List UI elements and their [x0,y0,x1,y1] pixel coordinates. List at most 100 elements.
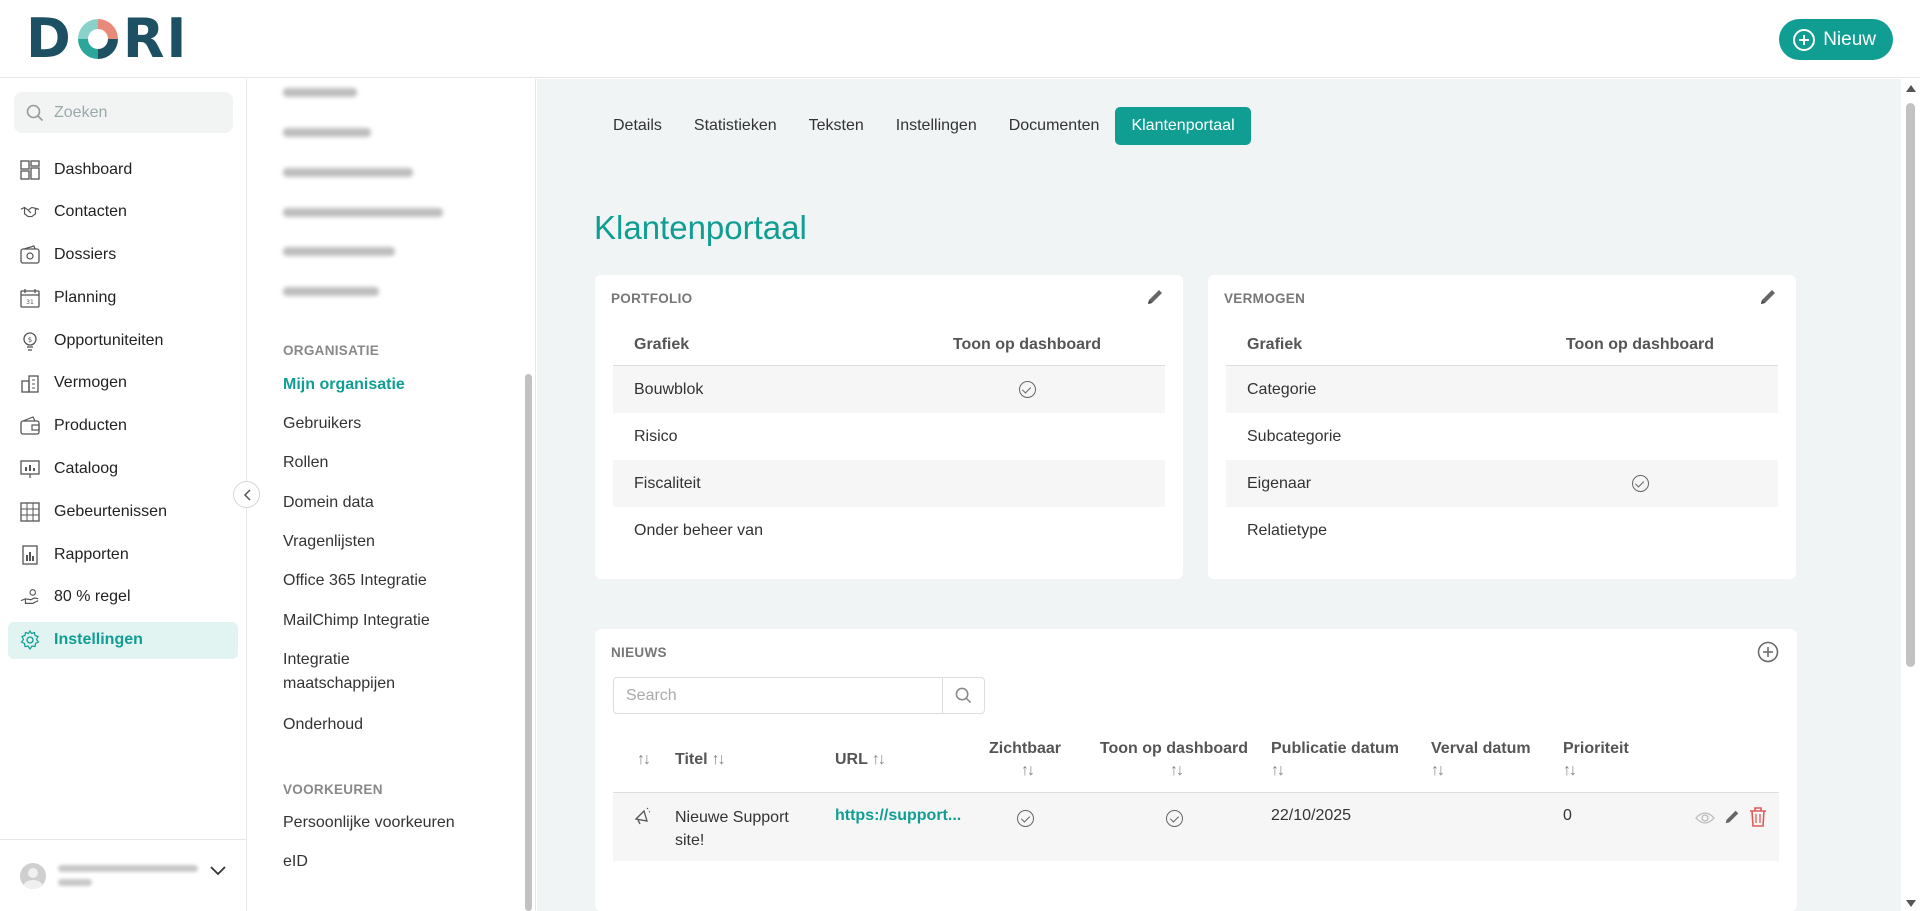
sidebar-item-gebeurtenissen[interactable]: Gebeurtenissen [8,493,238,530]
sidebar-item-label: Contacten [54,203,127,221]
sidebar-item-rapporten[interactable]: Rapporten [8,536,238,573]
logo-o-icon [77,19,118,59]
new-button-label: Nieuw [1823,28,1876,50]
main-nav: Dashboard Contacten Dossiers 31 Planning… [8,151,238,665]
tab-documenten[interactable]: Documenten [993,107,1116,145]
sidebar-item-label: Dashboard [54,160,133,178]
portfolio-table: Grafiek Toon op dashboard Bouwblok Risic… [613,325,1165,554]
subnav-item-eid[interactable]: eID [283,850,483,874]
calendar-icon: 31 [20,288,40,308]
subnav-item-domein-data[interactable]: Domein data [283,491,483,515]
row-label: Risico [634,427,678,445]
search-placeholder: Zoeken [54,103,108,121]
row-label: Subcategorie [1247,427,1342,445]
sidebar-item-planning[interactable]: 31 Planning [8,279,238,316]
subnav-item-integratie-maatschappijen[interactable]: Integratie maatschappijen [283,648,413,696]
sidebar-search[interactable]: Zoeken [14,92,233,133]
subnav-item-gebruikers[interactable]: Gebruikers [283,412,483,436]
sort-all-button[interactable]: ↑↓ [633,727,651,793]
check-circle-icon[interactable] [1631,475,1649,492]
column-header-dashboard[interactable]: Toon op dashboard ↑↓ [1099,727,1249,793]
sidebar-item-dossiers[interactable]: Dossiers [8,237,238,274]
redacted-menu-item [283,168,413,177]
pencil-icon[interactable] [1723,808,1741,826]
subnav-item-office-365[interactable]: Office 365 Integratie [283,569,483,593]
redacted-menu-item [283,208,443,217]
sidebar-item-producten[interactable]: Producten [8,408,238,445]
scrollbar-thumb[interactable] [1906,103,1915,667]
sidebar-item-cataloog[interactable]: Cataloog [8,451,238,488]
sort-icon: ↑↓ [637,751,651,768]
table-row: Eigenaar [1226,460,1778,507]
app-header: D RI Nieuw [0,0,1920,78]
chart-board-icon [20,459,40,479]
news-search-button[interactable] [942,678,984,713]
pencil-icon[interactable] [1145,287,1165,307]
tab-details[interactable]: Details [597,107,678,145]
sidebar-item-label: 80 % regel [54,588,131,606]
column-header-verval-datum[interactable]: Verval datum ↑↓ [1431,727,1531,793]
sidebar-item-label: Rapporten [54,545,129,563]
sort-icon: ↑↓ [871,751,886,768]
subnav-item-onderhoud[interactable]: Onderhoud [283,713,483,737]
row-label: Relatietype [1247,521,1328,539]
main-content: Details Statistieken Teksten Instellinge… [537,79,1901,911]
tab-teksten[interactable]: Teksten [793,107,880,145]
sidebar-item-instellingen[interactable]: Instellingen [8,621,238,659]
news-search-input[interactable] [614,678,942,713]
table-row: Nieuwe Support site! https://support... … [613,793,1779,861]
table-header: ↑↓ Titel ↑↓ URL ↑↓ Zichtbaar ↑↓ Toon op das… [613,727,1779,793]
settings-subnav: ORGANISATIE Mijn organisatie Gebruikers … [248,79,536,911]
column-header: Toon op dashboard [1565,336,1715,353]
subnav-item-vragenlijsten[interactable]: Vragenlijsten [283,530,483,554]
scroll-down-arrow-icon[interactable] [1906,900,1916,907]
news-search [613,677,985,714]
sidebar-item-dashboard[interactable]: Dashboard [8,151,238,188]
subnav-item-mijn-organisatie[interactable]: Mijn organisatie [283,373,483,397]
column-header-prioriteit[interactable]: Prioriteit ↑↓ [1563,727,1629,793]
vermogen-table: Grafiek Toon op dashboard Categorie Subc… [1226,325,1778,554]
sidebar-item-contacten[interactable]: Contacten [8,194,238,231]
handshake-icon [20,202,40,222]
table-row: Bouwblok [613,366,1165,413]
pencil-icon[interactable] [1758,287,1778,307]
check-circle-icon[interactable] [1018,381,1036,398]
column-header-url[interactable]: URL ↑↓ [835,727,886,793]
scroll-up-arrow-icon[interactable] [1906,85,1916,92]
redacted-menu-item [283,128,371,137]
subnav-item-rollen[interactable]: Rollen [283,451,483,475]
lightbulb-icon: $ [20,331,40,351]
tab-klantenportaal[interactable]: Klantenportaal [1115,107,1251,145]
collapse-sidebar-button[interactable] [233,481,260,508]
column-header-zichtbaar[interactable]: Zichtbaar ↑↓ [985,727,1065,793]
subnav-item-persoonlijke-voorkeuren[interactable]: Persoonlijke voorkeuren [283,811,483,835]
column-header-publicatie-datum[interactable]: Publicatie datum ↑↓ [1271,727,1399,793]
check-circle-icon [1166,810,1183,827]
trash-icon[interactable] [1749,807,1767,827]
eye-icon[interactable] [1695,811,1715,825]
tab-instellingen[interactable]: Instellingen [880,107,993,145]
column-title-label: Titel [675,751,708,768]
subnav-item-mailchimp[interactable]: MailChimp Integratie [283,609,483,633]
logo-letters-ri: RI [122,7,189,70]
tab-statistieken[interactable]: Statistieken [678,107,793,145]
table-row: Onder beheer van [613,507,1165,554]
sort-icon: ↑↓ [1170,762,1184,779]
sidebar-item-80-regel[interactable]: 80 % regel [8,579,238,616]
check-circle-icon [1017,810,1034,827]
dori-logo[interactable]: D RI [26,7,189,70]
row-label: Bouwblok [634,380,704,398]
news-url-link[interactable]: https://support... [835,807,961,825]
subnav-scrollbar[interactable] [525,374,532,911]
column-header-titel[interactable]: Titel ↑↓ [675,727,726,793]
new-button[interactable]: Nieuw [1779,19,1893,60]
card-title: NIEUWS [611,645,667,660]
hand-money-icon [20,587,40,607]
add-circle-icon[interactable] [1757,641,1779,663]
row-label: Categorie [1247,380,1317,398]
sidebar-item-label: Planning [54,288,117,306]
sidebar-item-vermogen[interactable]: Vermogen [8,365,238,402]
user-menu[interactable] [0,839,246,911]
page-scrollbar[interactable] [1901,79,1920,911]
sidebar-item-opportuniteiten[interactable]: $ Opportuniteiten [8,322,238,359]
